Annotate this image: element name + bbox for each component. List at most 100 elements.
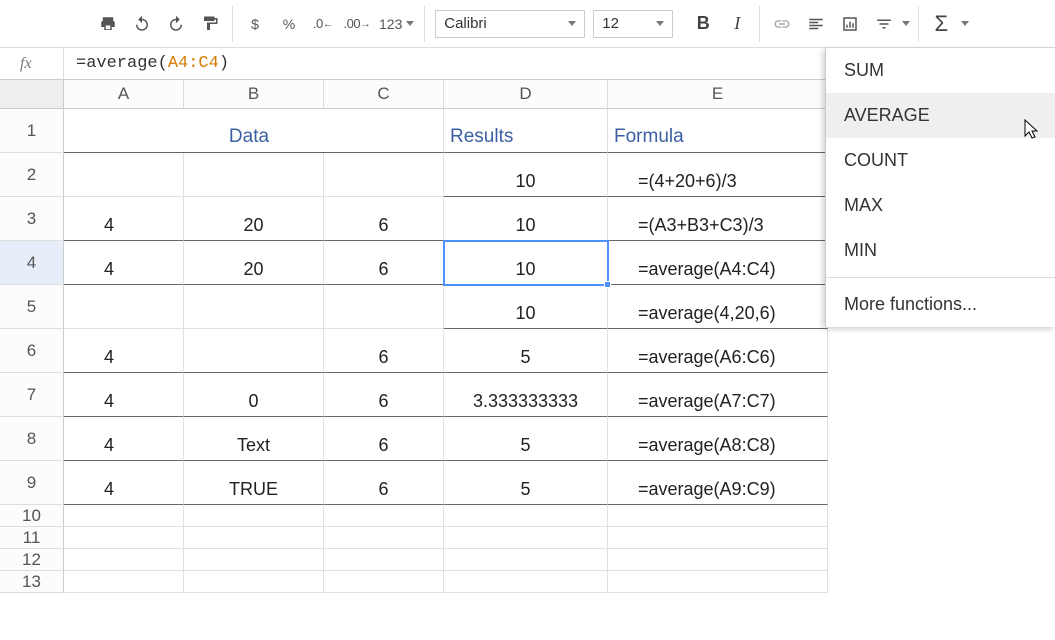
cell[interactable]: Formula: [608, 109, 828, 153]
cell[interactable]: [64, 527, 184, 549]
font-family-select[interactable]: Calibri: [435, 10, 585, 38]
cell[interactable]: [324, 153, 444, 197]
cell[interactable]: =(4+20+6)/3: [608, 153, 828, 197]
cell[interactable]: [184, 549, 324, 571]
cell[interactable]: Text: [184, 417, 324, 461]
filter-icon[interactable]: [870, 10, 898, 38]
cell[interactable]: 6: [324, 461, 444, 505]
cell[interactable]: [608, 505, 828, 527]
column-header[interactable]: A: [64, 80, 184, 108]
row-header[interactable]: 8: [0, 417, 64, 461]
column-header[interactable]: C: [324, 80, 444, 108]
cell[interactable]: 10: [444, 197, 608, 241]
column-header[interactable]: E: [608, 80, 828, 108]
cell[interactable]: TRUE: [184, 461, 324, 505]
bold-button[interactable]: B: [689, 10, 717, 38]
cell[interactable]: [608, 571, 828, 593]
cell[interactable]: 6: [324, 329, 444, 373]
cell[interactable]: 4: [64, 197, 184, 241]
cell[interactable]: 4: [64, 461, 184, 505]
cell[interactable]: [324, 571, 444, 593]
cell[interactable]: 4: [64, 329, 184, 373]
print-icon[interactable]: [94, 10, 122, 38]
row-header[interactable]: 13: [0, 571, 64, 593]
cell[interactable]: 10: [444, 285, 608, 329]
fn-item-min[interactable]: MIN: [826, 228, 1055, 273]
cell[interactable]: 5: [444, 461, 608, 505]
cell[interactable]: [184, 505, 324, 527]
cell[interactable]: [184, 285, 324, 329]
cell[interactable]: [324, 505, 444, 527]
cell[interactable]: 5: [444, 329, 608, 373]
number-format-button[interactable]: 123: [377, 10, 416, 38]
cell[interactable]: =average(4,20,6): [608, 285, 828, 329]
cell[interactable]: [444, 505, 608, 527]
align-icon[interactable]: [802, 10, 830, 38]
cell[interactable]: [64, 549, 184, 571]
row-header[interactable]: 2: [0, 153, 64, 197]
row-header[interactable]: 4: [0, 241, 64, 285]
row-header[interactable]: 9: [0, 461, 64, 505]
paint-format-icon[interactable]: [196, 10, 224, 38]
cell[interactable]: [64, 109, 184, 153]
cell[interactable]: 6: [324, 373, 444, 417]
cell[interactable]: [324, 527, 444, 549]
cell[interactable]: [444, 527, 608, 549]
fn-item-sum[interactable]: SUM: [826, 48, 1055, 93]
cell[interactable]: [324, 549, 444, 571]
italic-button[interactable]: I: [723, 10, 751, 38]
selected-cell[interactable]: 10: [444, 241, 608, 285]
cell[interactable]: [184, 527, 324, 549]
fn-item-max[interactable]: MAX: [826, 183, 1055, 228]
cell[interactable]: =average(A7:C7): [608, 373, 828, 417]
cell[interactable]: [64, 153, 184, 197]
cell[interactable]: =average(A8:C8): [608, 417, 828, 461]
functions-button[interactable]: Σ: [927, 10, 955, 38]
select-all-corner[interactable]: [0, 80, 64, 108]
fn-item-more[interactable]: More functions...: [826, 282, 1055, 327]
redo-icon[interactable]: [162, 10, 190, 38]
cell[interactable]: 6: [324, 241, 444, 285]
insert-chart-icon[interactable]: [836, 10, 864, 38]
decrease-decimal-button[interactable]: .0←: [309, 10, 337, 38]
cell[interactable]: =average(A6:C6): [608, 329, 828, 373]
cell[interactable]: [64, 571, 184, 593]
row-header[interactable]: 5: [0, 285, 64, 329]
cell[interactable]: 4: [64, 241, 184, 285]
cell[interactable]: 6: [324, 197, 444, 241]
cell[interactable]: [608, 527, 828, 549]
cell[interactable]: =average(A4:C4): [608, 241, 828, 285]
cell[interactable]: 4: [64, 417, 184, 461]
cell[interactable]: [184, 329, 324, 373]
cell[interactable]: 3.333333333: [444, 373, 608, 417]
cell[interactable]: [608, 549, 828, 571]
cell[interactable]: 6: [324, 417, 444, 461]
cell[interactable]: [444, 571, 608, 593]
cell[interactable]: 5: [444, 417, 608, 461]
cell[interactable]: 20: [184, 241, 324, 285]
cell[interactable]: [444, 549, 608, 571]
cell[interactable]: Data: [184, 109, 324, 153]
cell[interactable]: 10: [444, 153, 608, 197]
cell[interactable]: [324, 285, 444, 329]
font-size-select[interactable]: 12: [593, 10, 673, 38]
link-icon[interactable]: [768, 10, 796, 38]
row-header[interactable]: 10: [0, 505, 64, 527]
row-header[interactable]: 6: [0, 329, 64, 373]
cell[interactable]: [184, 153, 324, 197]
cell[interactable]: [324, 109, 444, 153]
row-header[interactable]: 1: [0, 109, 64, 153]
cell[interactable]: 4: [64, 373, 184, 417]
cell[interactable]: [184, 571, 324, 593]
cell[interactable]: [64, 505, 184, 527]
row-header[interactable]: 11: [0, 527, 64, 549]
row-header[interactable]: 3: [0, 197, 64, 241]
increase-decimal-button[interactable]: .00→: [343, 10, 371, 38]
percent-button[interactable]: %: [275, 10, 303, 38]
cell[interactable]: 20: [184, 197, 324, 241]
cell[interactable]: Results: [444, 109, 608, 153]
column-header[interactable]: D: [444, 80, 608, 108]
row-header[interactable]: 12: [0, 549, 64, 571]
selection-handle[interactable]: [604, 281, 611, 288]
cell[interactable]: =(A3+B3+C3)/3: [608, 197, 828, 241]
